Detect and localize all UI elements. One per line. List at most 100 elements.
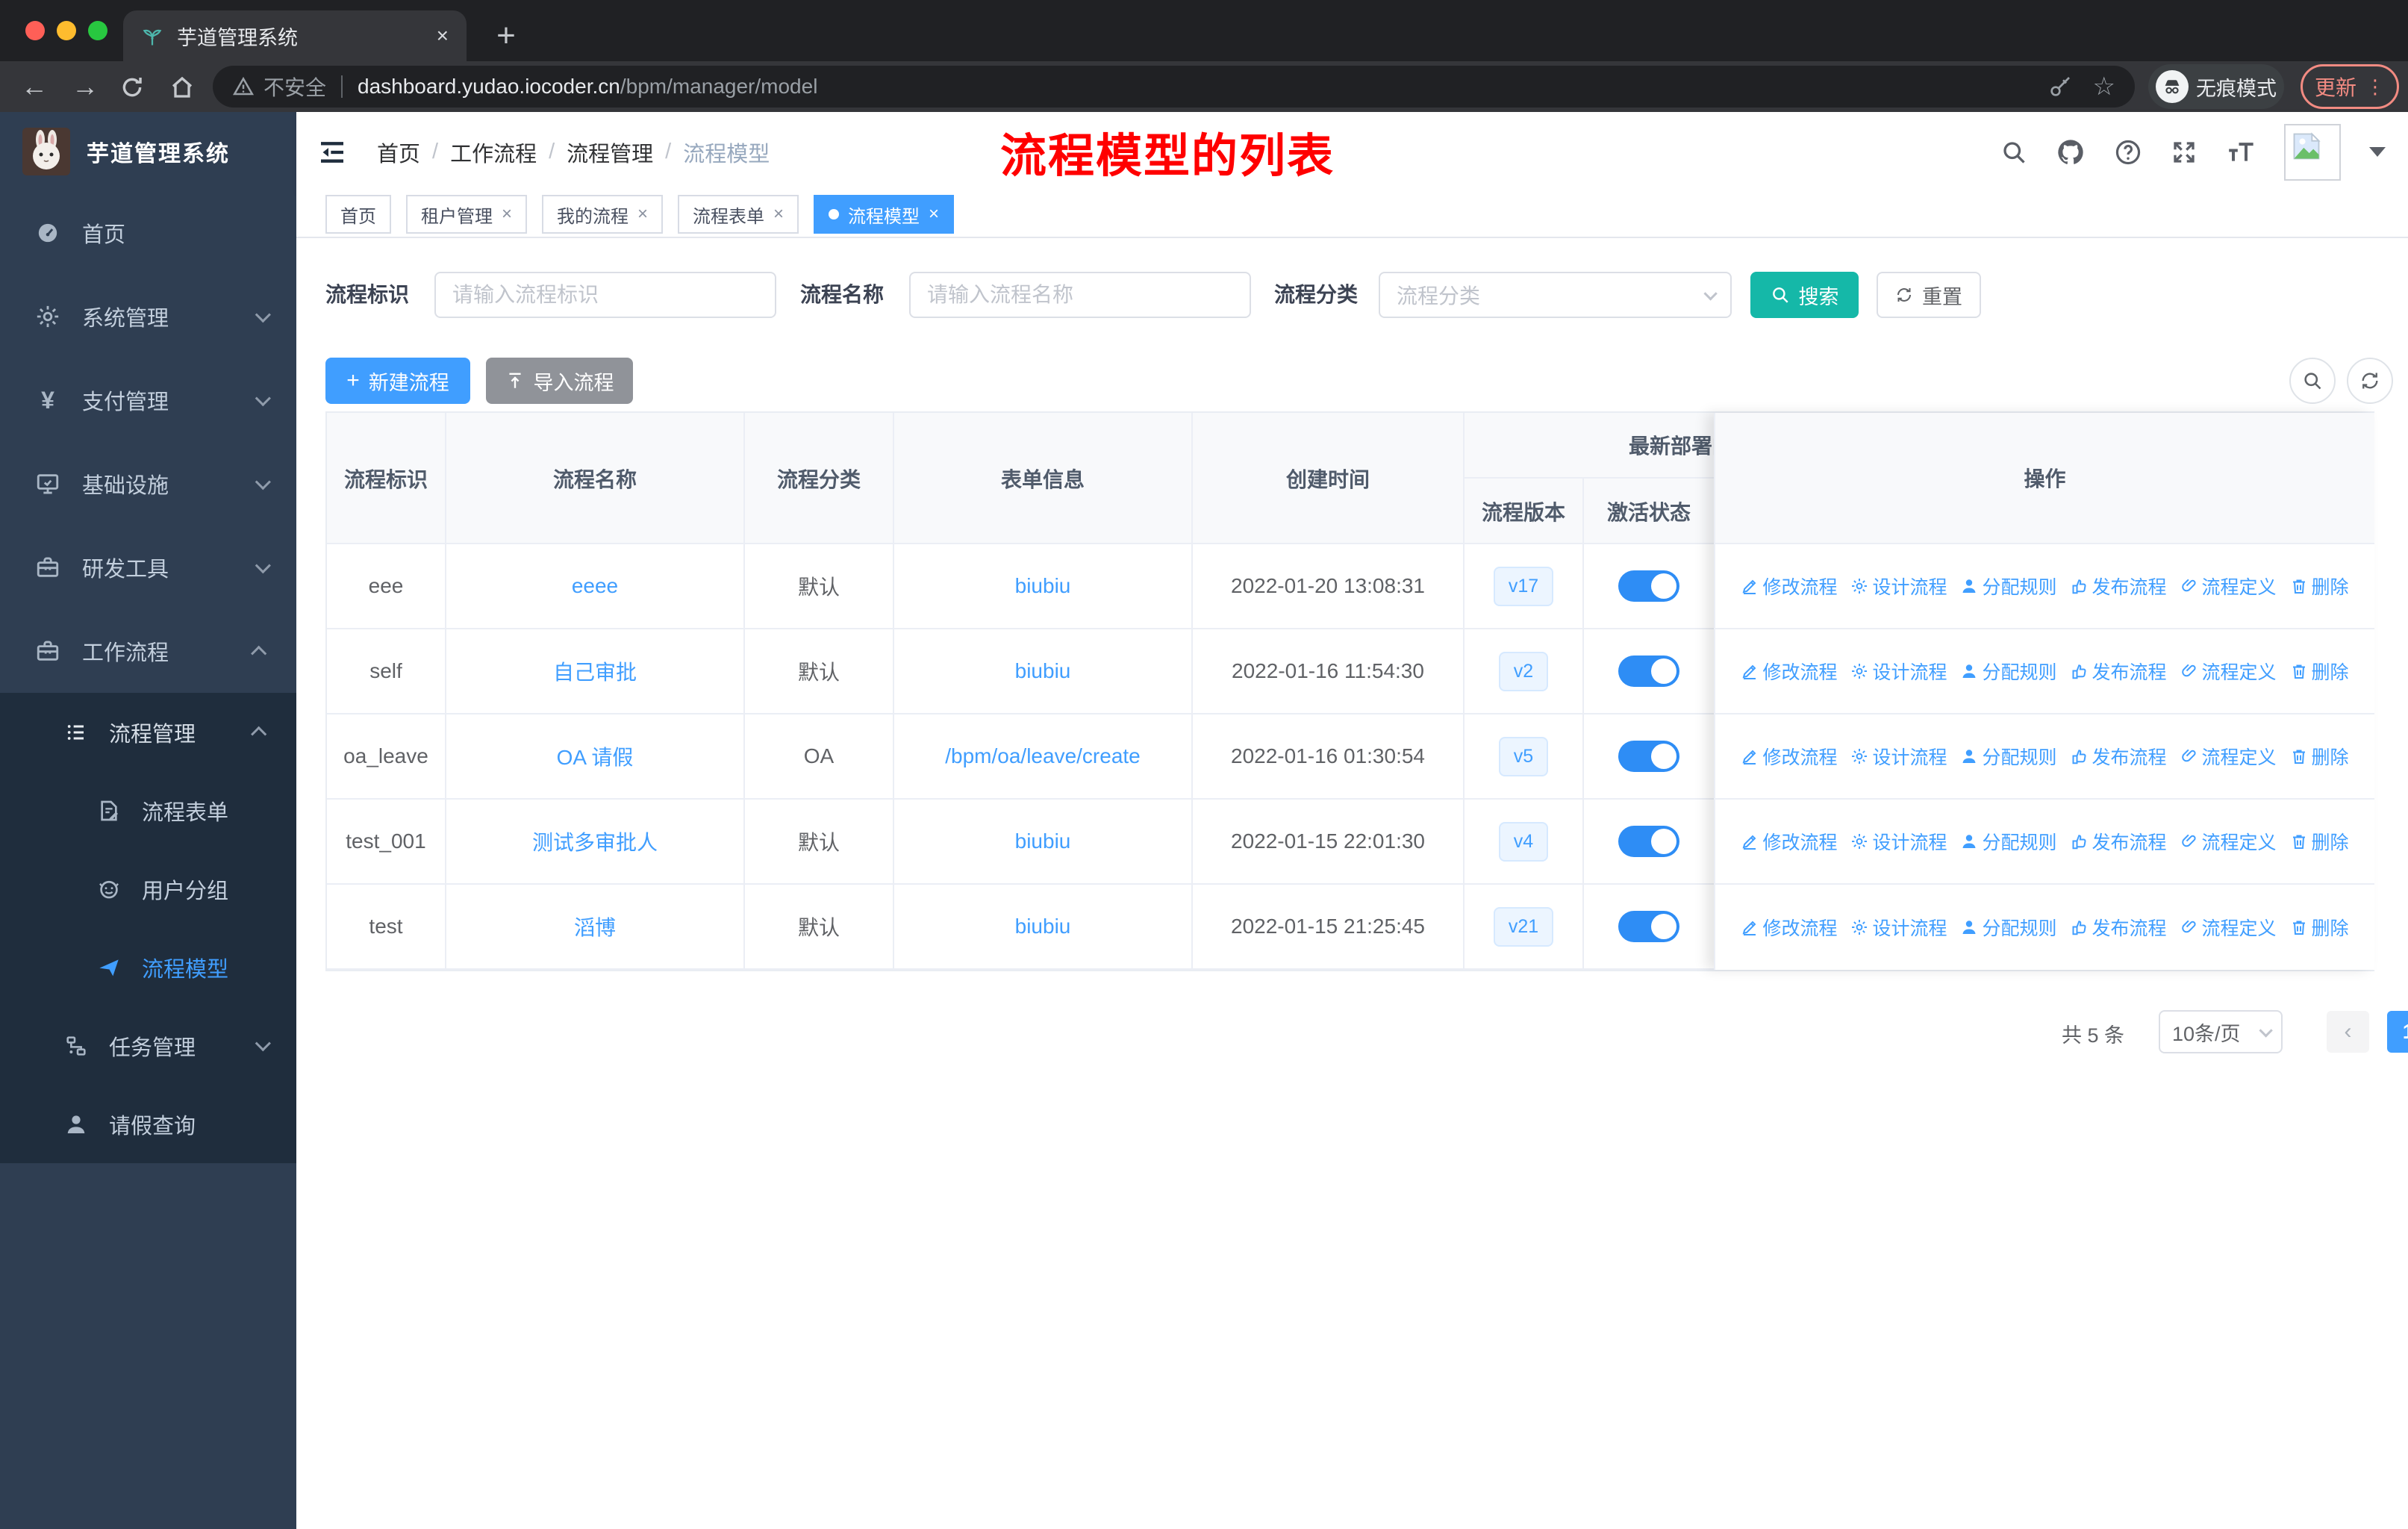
- browser-menu-dots-icon[interactable]: ⋮: [2365, 75, 2385, 99]
- sidebar-item-workflow[interactable]: 工作流程: [0, 609, 296, 693]
- form-info-link[interactable]: biubiu: [1015, 829, 1071, 853]
- action-delete[interactable]: 删除: [2290, 914, 2349, 941]
- action-publish-process[interactable]: 发布流程: [2071, 914, 2167, 941]
- action-modify-process[interactable]: 修改流程: [1741, 743, 1837, 770]
- url-bar[interactable]: 不安全 dashboard.yudao.iocoder.cn/bpm/manag…: [213, 66, 2135, 108]
- sidebar-item-process-model[interactable]: 流程模型: [0, 928, 296, 1006]
- tag-home[interactable]: 首页: [325, 195, 391, 234]
- search-button[interactable]: 搜索: [1750, 272, 1859, 318]
- sidebar-item-system[interactable]: 系统管理: [0, 275, 296, 358]
- action-modify-process[interactable]: 修改流程: [1741, 914, 1837, 941]
- sidebar-item-leave-query[interactable]: 请假查询: [0, 1085, 296, 1163]
- action-assign-rule[interactable]: 分配规则: [1960, 914, 2057, 941]
- action-delete[interactable]: 删除: [2290, 573, 2349, 600]
- action-design-process[interactable]: 设计流程: [1850, 573, 1947, 600]
- forward-icon[interactable]: →: [72, 61, 99, 112]
- action-modify-process[interactable]: 修改流程: [1741, 573, 1837, 600]
- tag-process-model-active[interactable]: 流程模型 ×: [814, 195, 955, 234]
- window-controls[interactable]: [25, 21, 107, 40]
- sidebar-item-infrastructure[interactable]: 基础设施: [0, 442, 296, 526]
- action-design-process[interactable]: 设计流程: [1850, 658, 1947, 685]
- prev-page-button[interactable]: ‹: [2327, 1011, 2369, 1053]
- close-icon[interactable]: ×: [637, 204, 648, 225]
- font-size-icon[interactable]: [2226, 137, 2256, 167]
- active-toggle[interactable]: [1618, 826, 1679, 857]
- tag-my-process[interactable]: 我的流程 ×: [542, 195, 664, 234]
- action-publish-process[interactable]: 发布流程: [2071, 573, 2167, 600]
- sidebar-item-home[interactable]: 首页: [0, 191, 296, 275]
- avatar-caret-icon[interactable]: [2369, 147, 2386, 157]
- process-name-link[interactable]: 滔博: [574, 912, 616, 941]
- maximize-window-button[interactable]: [88, 21, 107, 40]
- action-publish-process[interactable]: 发布流程: [2071, 658, 2167, 685]
- sidebar-item-task-management[interactable]: 任务管理: [0, 1006, 296, 1085]
- breadcrumb-item[interactable]: 流程管理: [567, 137, 653, 168]
- help-question-icon[interactable]: [2114, 138, 2142, 166]
- action-assign-rule[interactable]: 分配规则: [1960, 573, 2057, 600]
- action-modify-process[interactable]: 修改流程: [1741, 828, 1837, 855]
- form-info-link[interactable]: biubiu: [1015, 574, 1071, 598]
- action-delete[interactable]: 删除: [2290, 828, 2349, 855]
- action-modify-process[interactable]: 修改流程: [1741, 658, 1837, 685]
- breadcrumb-item[interactable]: 工作流程: [450, 137, 537, 168]
- bookmark-star-icon[interactable]: ☆: [2093, 72, 2115, 102]
- close-tab-icon[interactable]: ×: [437, 24, 449, 48]
- sidebar-fold-icon[interactable]: [317, 137, 347, 167]
- sidebar-item-process-management[interactable]: 流程管理: [0, 693, 296, 771]
- active-toggle[interactable]: [1618, 655, 1679, 687]
- process-name-link[interactable]: eeee: [572, 574, 618, 598]
- form-info-link[interactable]: biubiu: [1015, 915, 1071, 938]
- avatar[interactable]: [2284, 123, 2341, 181]
- back-icon[interactable]: ←: [21, 61, 48, 112]
- new-tab-button[interactable]: +: [484, 10, 528, 61]
- show-search-circle-button[interactable]: [2289, 358, 2336, 404]
- action-delete[interactable]: 删除: [2290, 658, 2349, 685]
- process-name-link[interactable]: 测试多审批人: [532, 826, 658, 856]
- action-assign-rule[interactable]: 分配规则: [1960, 658, 2057, 685]
- action-assign-rule[interactable]: 分配规则: [1960, 828, 2057, 855]
- active-toggle[interactable]: [1618, 911, 1679, 942]
- action-design-process[interactable]: 设计流程: [1850, 914, 1947, 941]
- action-design-process[interactable]: 设计流程: [1850, 743, 1947, 770]
- browser-tab[interactable]: 芋道管理系统 ×: [123, 10, 467, 61]
- sidebar-item-payment[interactable]: ¥ 支付管理: [0, 358, 296, 442]
- process-name-link[interactable]: 自己审批: [553, 656, 637, 686]
- breadcrumb-item[interactable]: 首页: [377, 137, 420, 168]
- github-icon[interactable]: [2056, 137, 2086, 167]
- update-button[interactable]: 更新 ⋮: [2301, 64, 2399, 109]
- page-number-button[interactable]: 1: [2387, 1011, 2408, 1053]
- active-toggle[interactable]: [1618, 570, 1679, 602]
- process-category-select[interactable]: 流程分类: [1379, 272, 1732, 318]
- sidebar-item-dev-tools[interactable]: 研发工具: [0, 526, 296, 609]
- tag-process-form[interactable]: 流程表单 ×: [678, 195, 799, 234]
- tag-tenant-management[interactable]: 租户管理 ×: [406, 195, 528, 234]
- form-info-link[interactable]: biubiu: [1015, 659, 1071, 683]
- sidebar-item-user-group[interactable]: 用户分组: [0, 850, 296, 928]
- action-process-definition[interactable]: 流程定义: [2180, 914, 2277, 941]
- header-search-icon[interactable]: [2000, 139, 2027, 166]
- action-process-definition[interactable]: 流程定义: [2180, 658, 2277, 685]
- action-process-definition[interactable]: 流程定义: [2180, 743, 2277, 770]
- sidebar-logo-row[interactable]: 芋道管理系统: [0, 112, 296, 191]
- form-info-link[interactable]: /bpm/oa/leave/create: [945, 744, 1141, 768]
- active-toggle[interactable]: [1618, 741, 1679, 772]
- page-size-select[interactable]: 10条/页: [2159, 1010, 2283, 1053]
- create-process-button[interactable]: + 新建流程: [325, 358, 470, 404]
- reload-icon[interactable]: [119, 75, 145, 100]
- action-process-definition[interactable]: 流程定义: [2180, 828, 2277, 855]
- process-key-input[interactable]: [434, 272, 776, 318]
- reset-button[interactable]: 重置: [1877, 272, 1981, 318]
- password-key-icon[interactable]: [2048, 75, 2072, 99]
- action-publish-process[interactable]: 发布流程: [2071, 828, 2167, 855]
- close-icon[interactable]: ×: [773, 204, 784, 225]
- import-process-button[interactable]: 导入流程: [486, 358, 633, 404]
- home-icon[interactable]: [169, 74, 196, 101]
- action-publish-process[interactable]: 发布流程: [2071, 743, 2167, 770]
- minimize-window-button[interactable]: [57, 21, 76, 40]
- action-delete[interactable]: 删除: [2290, 743, 2349, 770]
- action-process-definition[interactable]: 流程定义: [2180, 573, 2277, 600]
- process-name-link[interactable]: OA 请假: [557, 741, 634, 771]
- fullscreen-icon[interactable]: [2171, 139, 2198, 166]
- sidebar-item-process-form[interactable]: 流程表单: [0, 771, 296, 850]
- close-icon[interactable]: ×: [929, 204, 939, 225]
